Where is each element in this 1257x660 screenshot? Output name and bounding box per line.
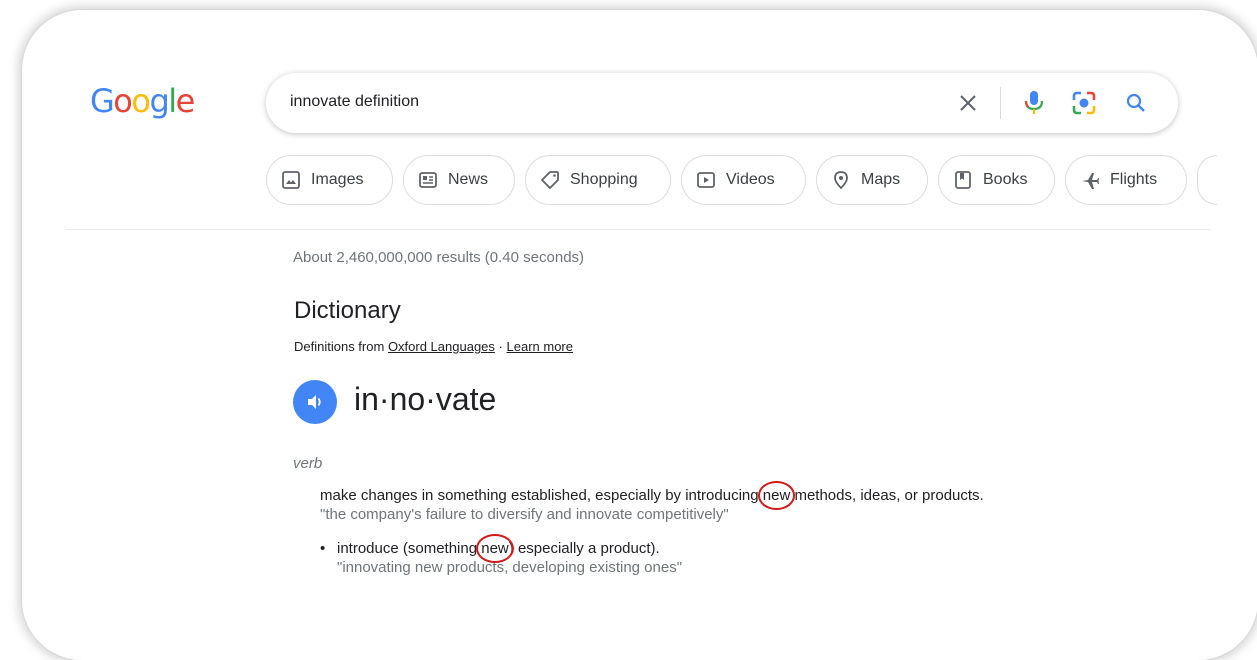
bookmark-icon: [955, 171, 971, 189]
chip-more-partial[interactable]: [1197, 155, 1217, 205]
chip-label: News: [448, 171, 489, 188]
logo-letter: G: [90, 82, 115, 120]
annotation-circle: [757, 481, 796, 510]
def-text: make changes in something established, e…: [320, 487, 763, 504]
google-logo[interactable]: Google: [90, 82, 196, 120]
search-input[interactable]: innovate definition: [290, 93, 419, 111]
search-filter-chips: Images News Shopping Videos Maps Books F…: [266, 155, 1217, 207]
chip-images[interactable]: Images: [266, 155, 393, 205]
play-icon: [697, 172, 715, 188]
tag-icon: [541, 171, 559, 189]
definition-1: make changes in something established, e…: [320, 487, 984, 504]
chip-shopping[interactable]: Shopping: [525, 155, 671, 205]
search-box[interactable]: innovate definition: [266, 73, 1178, 133]
source-prefix: Definitions from: [294, 339, 385, 354]
search-icon[interactable]: [1124, 91, 1148, 120]
definition-2-example: "innovating new products, developing exi…: [337, 559, 683, 576]
logo-letter: o: [131, 82, 151, 120]
chip-videos[interactable]: Videos: [681, 155, 806, 205]
learn-more-link[interactable]: Learn more: [507, 339, 573, 354]
chip-label: Videos: [726, 171, 775, 188]
part-of-speech: verb: [293, 455, 323, 472]
annotation-circle: [476, 534, 514, 563]
news-icon: [419, 172, 437, 188]
chip-maps[interactable]: Maps: [816, 155, 928, 205]
chip-label: Maps: [861, 171, 901, 188]
result-stats: About 2,460,000,000 results (0.40 second…: [293, 249, 585, 266]
pronunciation-button[interactable]: [293, 380, 337, 424]
headword: in·no·vate: [354, 381, 497, 417]
definition-1-example: "the company's failure to diversify and …: [320, 506, 729, 523]
speaker-icon: [308, 395, 321, 409]
chip-label: Images: [311, 171, 364, 188]
source-separator: ·: [498, 339, 503, 354]
chip-flights[interactable]: Flights: [1065, 155, 1187, 205]
chip-label: Flights: [1110, 171, 1158, 188]
chip-label: Books: [983, 171, 1028, 188]
dictionary-title: Dictionary: [294, 297, 401, 324]
logo-letter: g: [149, 82, 169, 120]
mic-icon[interactable]: [1022, 90, 1046, 121]
search-divider: [1000, 87, 1001, 119]
image-icon: [282, 171, 300, 189]
close-icon[interactable]: [956, 91, 980, 120]
logo-letter: o: [113, 82, 133, 120]
oxford-languages-link[interactable]: Oxford Languages: [388, 339, 495, 354]
dictionary-source: Definitions from Oxford Languages · Lear…: [294, 339, 573, 354]
pin-icon: [834, 171, 848, 190]
logo-letter: l: [168, 82, 177, 120]
def-text: introduce (something: [337, 540, 482, 557]
plane-icon: [1082, 173, 1099, 189]
lens-icon[interactable]: [1071, 90, 1097, 121]
chip-label: Shopping: [570, 171, 638, 188]
header-divider: [65, 229, 1211, 230]
def-text: methods, ideas, or products.: [790, 487, 984, 504]
chip-news[interactable]: News: [403, 155, 515, 205]
list-bullet: •: [320, 540, 326, 557]
def-text: ) especially a product).: [508, 540, 660, 557]
chip-books[interactable]: Books: [938, 155, 1055, 205]
logo-letter: e: [175, 82, 196, 120]
